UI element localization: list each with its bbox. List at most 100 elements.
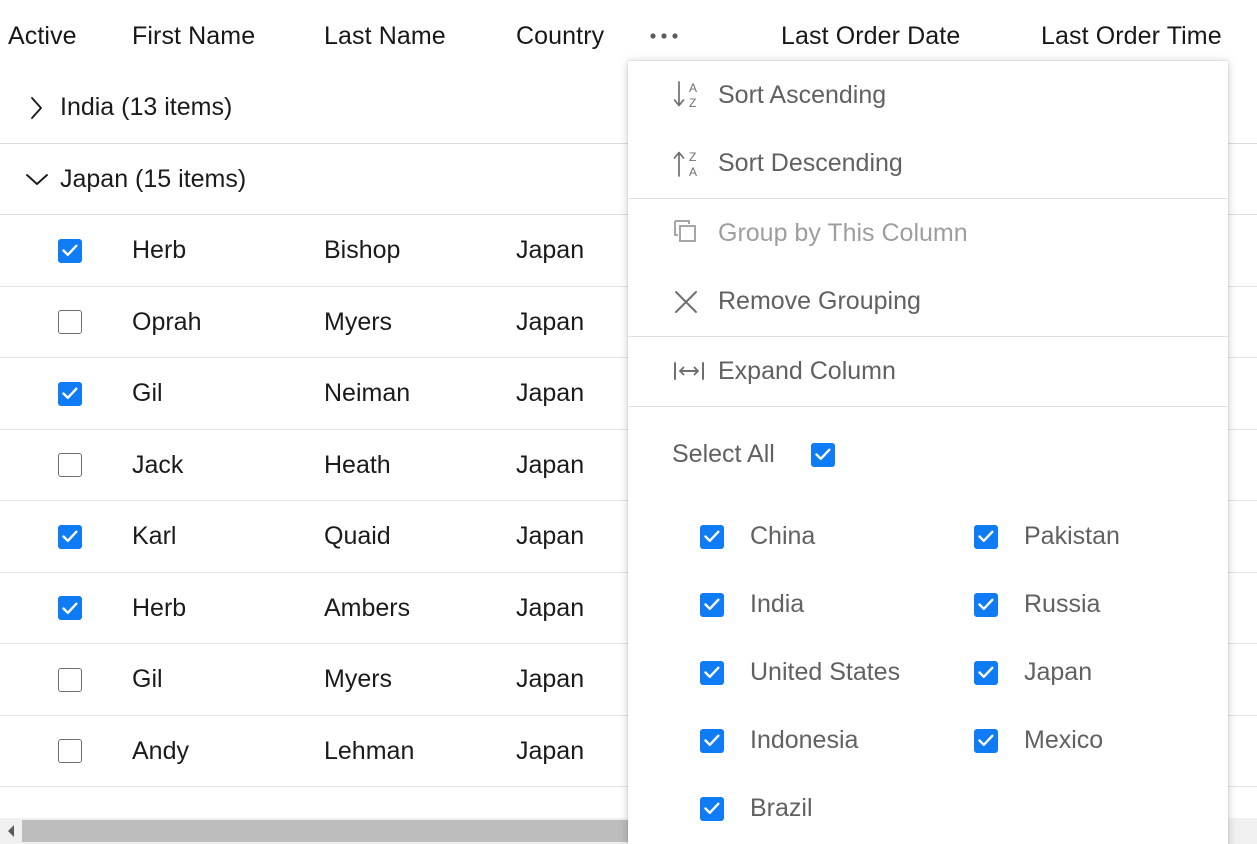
filter-option-label: Pakistan: [1024, 522, 1120, 550]
row-active-cell[interactable]: [58, 358, 82, 430]
cell-country: Japan: [516, 307, 585, 336]
menu-item-expand-column[interactable]: Expand Column: [628, 337, 1228, 406]
filter-option-japan[interactable]: Japan: [902, 639, 1228, 707]
svg-text:Z: Z: [689, 150, 696, 164]
filter-checkbox[interactable]: [974, 728, 998, 753]
cell-country: Japan: [516, 450, 585, 479]
filter-option-label: India: [750, 590, 805, 618]
cell-last-name: Heath: [324, 450, 391, 479]
cell-country: Japan: [516, 593, 585, 622]
filter-checkbox[interactable]: [974, 660, 998, 685]
row-active-cell[interactable]: [58, 573, 82, 645]
menu-item-group-by-this-column: Group by This Column: [628, 199, 1228, 268]
cell-first-name: Gil: [132, 379, 163, 408]
active-checkbox[interactable]: [58, 667, 82, 692]
filter-option-china[interactable]: China: [628, 503, 902, 571]
group-row-label: Japan (15 items): [60, 164, 247, 193]
cell-first-name: Gil: [132, 665, 163, 694]
filter-option-label: Russia: [1024, 590, 1101, 618]
filter-option-label: China: [750, 522, 816, 550]
cell-first-name: Oprah: [132, 307, 202, 336]
filter-option-label: United States: [750, 658, 901, 686]
select-all-checkbox[interactable]: [810, 442, 835, 467]
country-filter-list: China Pakistan India Russia United States Jap…: [628, 503, 1228, 844]
filter-option-indonesia[interactable]: Indonesia: [628, 707, 902, 775]
column-header-active[interactable]: Active: [0, 0, 128, 72]
column-header-country[interactable]: Country: [516, 0, 626, 72]
menu-item-label: Sort Ascending: [718, 80, 887, 109]
cell-last-name: Neiman: [324, 379, 411, 408]
cell-first-name: Herb: [132, 593, 187, 622]
cell-country: Japan: [516, 736, 585, 765]
cell-last-name: Lehman: [324, 736, 415, 765]
menu-item-label: Remove Grouping: [718, 287, 921, 316]
chevron-right-icon[interactable]: [22, 72, 52, 144]
column-header-context-menu[interactable]: A Z Sort Ascending Z A Sort Descending Group …: [628, 61, 1228, 844]
scroll-left-arrow-icon[interactable]: [0, 818, 22, 844]
column-header-first-name[interactable]: First Name: [132, 0, 322, 72]
filter-option-label: Mexico: [1024, 726, 1104, 754]
cell-last-name: Quaid: [324, 522, 391, 551]
filter-option-label: Japan: [1024, 658, 1093, 686]
row-active-cell[interactable]: [58, 430, 82, 502]
filter-option-russia[interactable]: Russia: [902, 571, 1228, 639]
select-all-label: Select All: [672, 440, 775, 468]
row-active-cell[interactable]: [58, 287, 82, 359]
active-checkbox[interactable]: [58, 596, 82, 621]
active-checkbox[interactable]: [58, 381, 82, 406]
filter-checkbox[interactable]: [700, 592, 724, 617]
active-checkbox[interactable]: [58, 310, 82, 335]
cell-last-name: Myers: [324, 307, 393, 336]
expand-column-icon: [672, 359, 718, 383]
row-active-cell[interactable]: [58, 215, 82, 287]
data-grid-screen: Active First Name Last Name Country Last Ord…: [0, 0, 1257, 844]
menu-item-label: Sort Descending: [718, 149, 903, 178]
filter-checkbox[interactable]: [700, 524, 724, 549]
select-all-row[interactable]: Select All: [628, 407, 1228, 503]
menu-item-sort-descending[interactable]: Z A Sort Descending: [628, 130, 1228, 199]
filter-checkbox[interactable]: [700, 796, 724, 821]
filter-option-pakistan[interactable]: Pakistan: [902, 503, 1228, 571]
active-checkbox[interactable]: [58, 453, 82, 478]
filter-option-india[interactable]: India: [628, 571, 902, 639]
cell-first-name: Herb: [132, 236, 187, 265]
cell-country: Japan: [516, 236, 585, 265]
filter-checkbox[interactable]: [700, 660, 724, 685]
cell-country: Japan: [516, 379, 585, 408]
filter-checkbox[interactable]: [700, 728, 724, 753]
row-active-cell[interactable]: [58, 501, 82, 573]
cell-last-name: Myers: [324, 665, 393, 694]
column-section: Expand Column: [628, 337, 1228, 406]
filter-checkbox[interactable]: [974, 592, 998, 617]
filter-checkbox[interactable]: [974, 524, 998, 549]
filter-option-brazil[interactable]: Brazil: [628, 775, 902, 843]
column-header-last-name[interactable]: Last Name: [324, 0, 514, 72]
sort-ascending-az-icon: AZ: [672, 78, 718, 112]
filter-option-label: Indonesia: [750, 726, 859, 754]
cell-country: Japan: [516, 665, 585, 694]
chevron-down-icon[interactable]: [22, 144, 52, 216]
group-row-label: India (13 items): [60, 93, 233, 122]
menu-item-label: Expand Column: [718, 356, 896, 385]
cell-last-name: Bishop: [324, 236, 401, 265]
menu-item-label: Group by This Column: [718, 218, 968, 247]
active-checkbox[interactable]: [58, 238, 82, 263]
close-x-icon: [672, 288, 718, 316]
row-active-cell[interactable]: [58, 716, 82, 788]
cell-first-name: Karl: [132, 522, 177, 551]
menu-item-sort-ascending[interactable]: A Z Sort Ascending: [628, 61, 1228, 130]
svg-text:Z: Z: [689, 96, 696, 110]
grouping-section: Group by This Column Remove Grouping: [628, 199, 1228, 336]
sort-section: A Z Sort Ascending Z A Sort Descending: [628, 61, 1228, 198]
menu-item-remove-grouping[interactable]: Remove Grouping: [628, 268, 1228, 337]
row-active-cell[interactable]: [58, 644, 82, 716]
filter-option-mexico[interactable]: Mexico: [902, 707, 1228, 775]
group-column-icon: [672, 218, 718, 248]
filter-option-united-states[interactable]: United States: [628, 639, 902, 707]
sort-descending-za-icon: ZA: [672, 147, 718, 181]
cell-country: Japan: [516, 522, 585, 551]
cell-first-name: Jack: [132, 450, 184, 479]
svg-text:A: A: [689, 81, 697, 95]
active-checkbox[interactable]: [58, 739, 82, 764]
active-checkbox[interactable]: [58, 524, 82, 549]
